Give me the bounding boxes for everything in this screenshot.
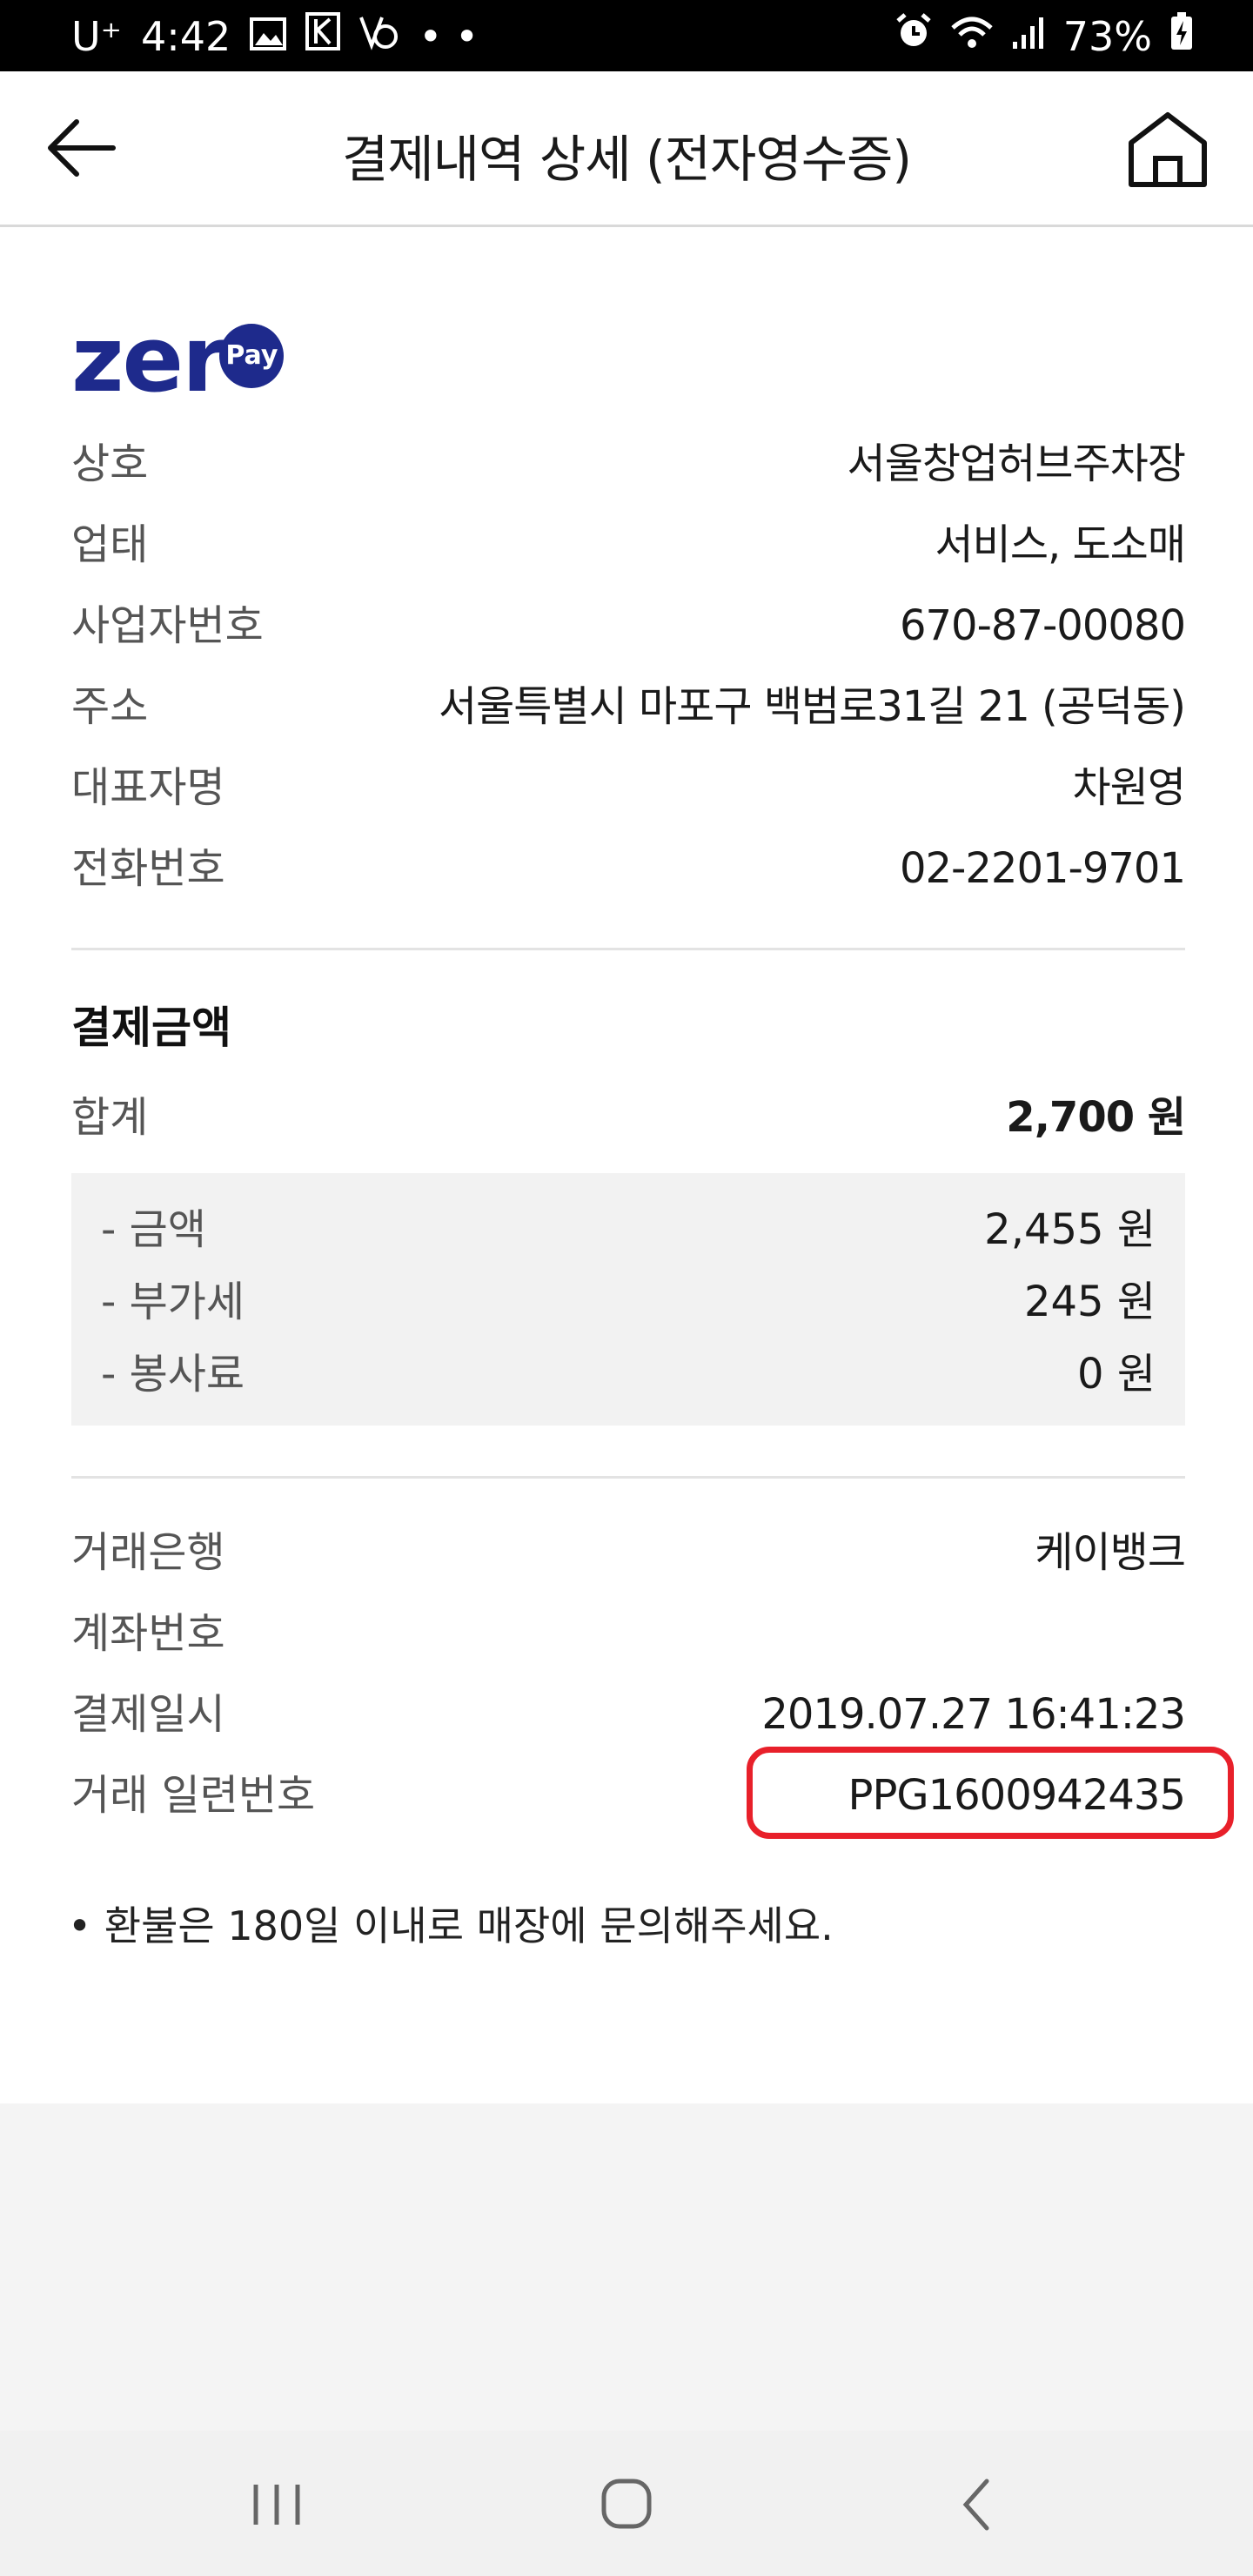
home-circle-icon <box>601 2479 652 2529</box>
row-value: 670-87-00080 <box>899 601 1186 650</box>
row-value: 서비스, 도소매 <box>935 520 1186 569</box>
row-label: - 금액 <box>101 1205 206 1254</box>
payment-total-row: 합계 2,700 원 <box>71 1087 1186 1148</box>
section-divider <box>71 1476 1185 1479</box>
back-nav-button[interactable] <box>933 2474 1020 2535</box>
battery-charging-icon <box>1169 12 1194 60</box>
merchant-row-phone: 전화번호 02-2201-9701 <box>71 838 1186 899</box>
more-notifications-icon: • • <box>419 12 479 60</box>
row-value: 서울특별시 마포구 백범로31길 21 (공덕동) <box>438 682 1186 731</box>
row-value: 케이뱅크 <box>1035 1528 1186 1577</box>
merchant-row-address: 주소 서울특별시 마포구 백범로31길 21 (공덕동) <box>71 676 1186 737</box>
k-app-icon <box>305 12 341 60</box>
carrier-label: U⁺ <box>71 12 122 60</box>
row-value: 02-2201-9701 <box>899 844 1186 893</box>
merchant-row-name: 상호 서울창업허브주차장 <box>71 433 1186 494</box>
home-nav-button[interactable] <box>583 2474 670 2535</box>
breakdown-row-amount: - 금액 2,455 원 <box>101 1199 1156 1260</box>
merchant-row-business-type: 업태 서비스, 도소매 <box>71 514 1186 575</box>
recent-apps-icon <box>253 2485 300 2525</box>
signal-icon <box>1011 13 1046 60</box>
chevron-left-icon <box>962 2479 989 2531</box>
row-value: 2019.07.27 16:41:23 <box>761 1690 1186 1739</box>
row-label: 전화번호 <box>71 844 225 893</box>
row-label: 거래 일련번호 <box>71 1771 316 1820</box>
row-label: 합계 <box>71 1093 149 1142</box>
row-label: 결제일시 <box>71 1690 225 1739</box>
empty-area <box>0 2103 1253 2431</box>
home-button[interactable] <box>1124 110 1211 190</box>
payment-breakdown: - 금액 2,455 원 - 부가세 245 원 - 봉사료 0 원 <box>71 1173 1185 1426</box>
row-value: 0 원 <box>1077 1350 1156 1399</box>
row-value: 차원영 <box>1072 763 1186 812</box>
total-amount: 2,700 원 <box>1006 1093 1186 1142</box>
row-label: 사업자번호 <box>71 601 264 650</box>
battery-percent: 73% <box>1062 12 1152 60</box>
recent-apps-button[interactable] <box>233 2474 320 2535</box>
app-bar: 결제내역 상세 (전자영수증) <box>0 71 1253 227</box>
breakdown-row-service-fee: - 봉사료 0 원 <box>101 1344 1156 1405</box>
logo-text: zer <box>71 306 226 413</box>
status-bar: U⁺ 4:42 • • 73% <box>0 0 1253 71</box>
receipt-content: zer Pay 상호 서울창업허브주차장 업태 서비스, 도소매 사업자번호 6… <box>0 227 1253 2103</box>
row-value: 2,455 원 <box>984 1205 1156 1254</box>
clock: 4:42 <box>140 12 231 60</box>
row-value: 245 원 <box>1023 1278 1156 1326</box>
system-nav-bar <box>0 2431 1253 2576</box>
row-label: 계좌번호 <box>71 1609 225 1658</box>
home-icon <box>1129 112 1207 187</box>
row-label: 주소 <box>71 682 149 731</box>
row-label: 대표자명 <box>71 763 225 812</box>
row-label: 거래은행 <box>71 1528 225 1577</box>
gallery-icon <box>250 13 287 60</box>
row-label: - 봉사료 <box>101 1350 245 1399</box>
section-divider <box>71 948 1185 950</box>
payment-section-title: 결제금액 <box>71 1003 231 1053</box>
vpn-icon <box>359 12 399 60</box>
row-label: - 부가세 <box>101 1278 245 1326</box>
page-title: 결제내역 상세 (전자영수증) <box>341 130 912 189</box>
row-value: 서울창업허브주차장 <box>847 439 1186 488</box>
row-label: 업태 <box>71 520 149 569</box>
transaction-row-datetime: 결제일시 2019.07.27 16:41:23 <box>71 1684 1186 1745</box>
alarm-icon <box>895 12 933 60</box>
serial-highlight-box <box>747 1747 1234 1839</box>
transaction-row-bank: 거래은행 케이뱅크 <box>71 1522 1186 1583</box>
logo-pay-badge: Pay <box>219 324 285 388</box>
breakdown-row-vat: - 부가세 245 원 <box>101 1271 1156 1332</box>
merchant-row-registration-number: 사업자번호 670-87-00080 <box>71 595 1186 656</box>
row-label: 상호 <box>71 439 149 488</box>
refund-notice: • 환불은 180일 이내로 매장에 문의해주세요. <box>68 1902 834 1949</box>
merchant-row-representative: 대표자명 차원영 <box>71 757 1186 818</box>
wifi-icon <box>950 13 994 60</box>
zero-pay-logo: zer Pay <box>71 306 285 413</box>
transaction-row-account: 계좌번호 <box>71 1603 1185 1664</box>
